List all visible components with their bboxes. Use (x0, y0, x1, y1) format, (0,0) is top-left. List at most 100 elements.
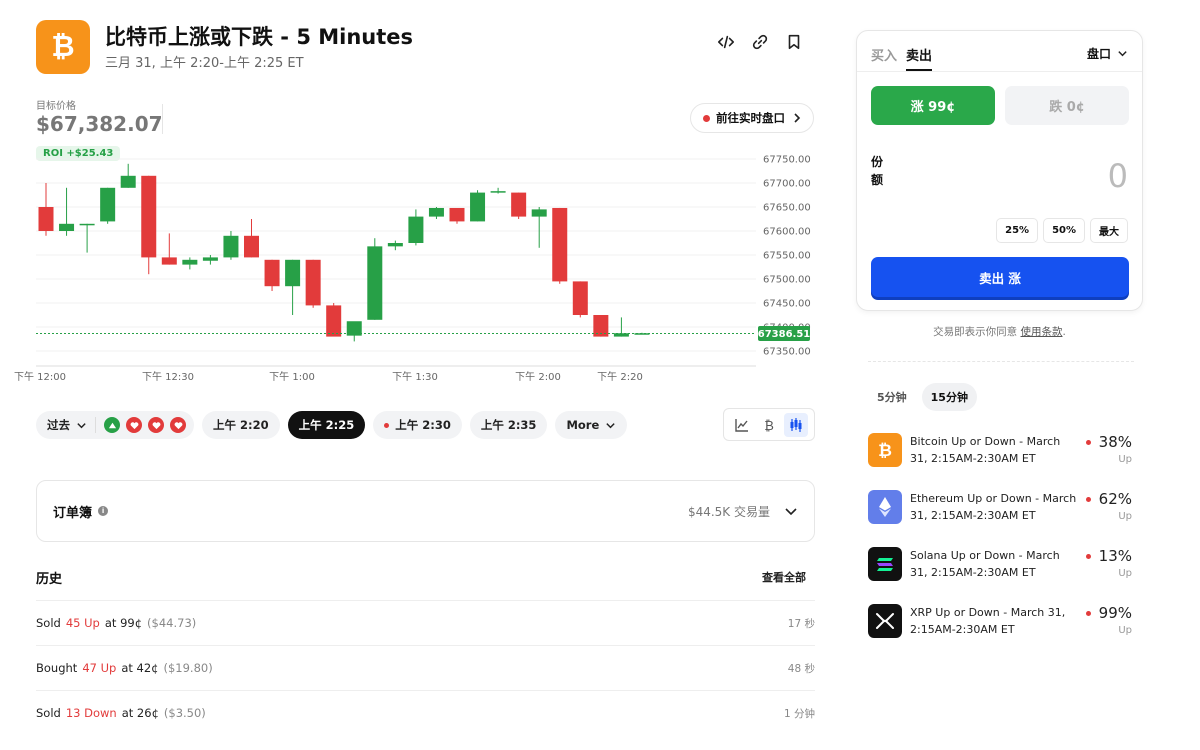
x-tick-label: 下午 1:30 (392, 370, 438, 383)
candle (531, 207, 547, 248)
target-price-label: 目标价格 (36, 101, 76, 112)
candle-body (244, 235, 259, 258)
more-dropdown[interactable]: More (555, 411, 628, 439)
y-tick-label: 67600.00 (763, 227, 811, 238)
price-divider (162, 104, 163, 134)
trade-panel-divider (857, 71, 1142, 72)
history-title: 历史 (36, 572, 63, 587)
candle (264, 259, 280, 291)
tab-5-minutes[interactable]: 5分钟 (868, 383, 916, 411)
shares-input[interactable] (1008, 157, 1128, 195)
past-divider (95, 417, 96, 433)
candle-body (285, 259, 301, 287)
tab-15-minutes[interactable]: 15分钟 (921, 383, 977, 411)
orderbook-volume: $44.5K 交易量 (687, 504, 770, 519)
price-chart[interactable]: 67750.00 67700.00 67650.00 67600.00 67550.00… (0, 140, 830, 390)
x-tick-label: 下午 1:00 (269, 370, 315, 383)
candle (285, 259, 301, 315)
history-quantity: 45 Up (65, 616, 100, 630)
live-market-button[interactable]: 前往实时盘口 (690, 103, 814, 133)
candle (428, 207, 444, 219)
orderbook-panel[interactable]: 订单簿 i $44.5K 交易量 (36, 480, 815, 542)
preset-25-button[interactable]: 25% (996, 218, 1039, 243)
tab-sell[interactable]: 卖出 (906, 45, 933, 71)
candle (490, 187, 506, 194)
candle (470, 190, 486, 222)
history-quantity: 47 Up (82, 661, 117, 675)
history-total: ($3.50) (163, 706, 206, 720)
candlestick-chart-button[interactable] (784, 412, 809, 437)
candle-body (387, 243, 403, 247)
related-market-item[interactable]: Ethereum Up or Down - March 31, 2:15AM-2… (868, 487, 1134, 527)
bookmark-icon[interactable] (784, 32, 804, 52)
candle (59, 187, 75, 236)
history-price: at 26¢ (121, 706, 159, 720)
tab-buy[interactable]: 买入 (871, 45, 897, 71)
candle (161, 233, 177, 265)
sell-up-button[interactable]: 卖出 涨 (871, 257, 1129, 297)
header-actions (716, 32, 804, 52)
line-chart-button[interactable] (730, 413, 754, 437)
time-option[interactable]: 上午 2:25 (287, 411, 366, 439)
candle-body (264, 259, 280, 287)
live-dot-icon (1086, 440, 1091, 445)
amount-presets: 25% 50% 最大 (996, 218, 1128, 243)
preset-max-button[interactable]: 最大 (1090, 218, 1128, 243)
up-outcome-button[interactable]: 涨 99¢ (871, 86, 995, 125)
page-title: 比特币上涨或下跌 - 5 Minutes (105, 25, 414, 49)
past-results-dropdown[interactable]: 过去 (36, 411, 194, 439)
time-option[interactable]: 上午 2:30 (373, 411, 462, 439)
y-tick-label: 67350.00 (763, 347, 811, 358)
candle (244, 219, 259, 258)
view-all-link[interactable]: 查看全部 (762, 569, 806, 585)
y-tick-label: 67450.00 (763, 299, 811, 310)
history-action: Sold (36, 706, 61, 720)
chart-type-selector: ₿ (723, 408, 815, 441)
market-direction: Up (1118, 625, 1132, 636)
candle-body (428, 207, 444, 217)
svg-text:₿: ₿ (878, 441, 892, 461)
bitcoin-icon: ₿ (868, 433, 902, 467)
market-percentage: 38% (1098, 433, 1132, 451)
more-label: More (566, 418, 600, 432)
candle (182, 257, 198, 270)
candle-body (408, 216, 424, 243)
y-tick-label: 67650.00 (763, 203, 811, 214)
down-outcome-button[interactable]: 跌 0¢ (1005, 86, 1129, 125)
related-market-item[interactable]: Solana Up or Down - March 31, 2:15AM-2:3… (868, 544, 1134, 584)
candle (449, 207, 465, 224)
candle (367, 238, 383, 320)
time-option[interactable]: 上午 2:20 (202, 411, 280, 439)
related-market-item[interactable]: ₿ Bitcoin Up or Down - March 31, 2:15AM-2… (868, 430, 1134, 470)
preset-50-button[interactable]: 50% (1043, 218, 1085, 243)
time-option[interactable]: 上午 2:35 (469, 411, 548, 439)
candle-body (161, 257, 177, 265)
history-total: ($19.80) (163, 661, 213, 675)
market-order-dropdown[interactable]: 盘口 (1087, 45, 1128, 62)
y-tick-label: 67750.00 (763, 155, 811, 166)
y-tick-label: 67500.00 (763, 275, 811, 286)
result-down-icon (170, 417, 186, 433)
related-market-item[interactable]: XRP Up or Down - March 31, 2:15AM-2:30AM… (868, 601, 1134, 641)
candle (511, 192, 527, 219)
terms-link[interactable]: 使用条款 (1021, 326, 1063, 338)
live-dot-icon (384, 422, 390, 428)
candle-body (511, 192, 527, 217)
market-percentage: 62% (1098, 490, 1132, 508)
y-tick-label: 67550.00 (763, 251, 811, 262)
market-direction: Up (1118, 511, 1132, 522)
candle-body (305, 259, 321, 306)
history-action: Sold (36, 616, 61, 630)
solana-icon (868, 547, 902, 581)
history-row: Bought 47 Up at 42¢ ($19.80) 48 秒 (36, 645, 815, 690)
candle (79, 223, 95, 253)
link-icon[interactable] (750, 32, 770, 52)
candle-body (223, 235, 239, 258)
history-time: 17 秒 (787, 617, 815, 630)
history-price: at 42¢ (121, 661, 159, 675)
candle-body (38, 207, 54, 231)
market-order-label: 盘口 (1086, 47, 1111, 61)
bitcoin-chart-button[interactable]: ₿ (757, 413, 781, 437)
xrp-icon (868, 604, 902, 638)
embed-icon[interactable] (716, 32, 736, 52)
